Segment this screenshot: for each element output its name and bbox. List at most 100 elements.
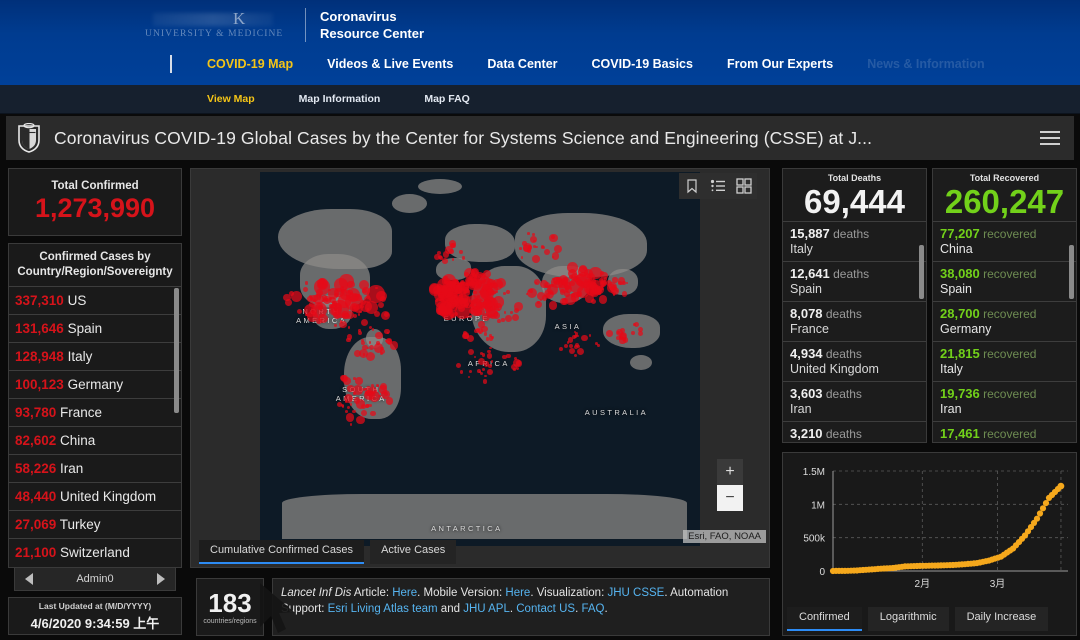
map-case-marker[interactable] — [334, 323, 337, 327]
confirmed-list-item[interactable]: 337,310 US — [9, 286, 181, 314]
map-case-marker[interactable] — [443, 281, 447, 284]
confirmed-list-item[interactable]: 58,226 Iran — [9, 454, 181, 482]
map-case-marker[interactable] — [516, 367, 520, 371]
map-case-marker[interactable] — [548, 233, 558, 243]
recovered-list-scrollbar[interactable] — [1069, 245, 1074, 299]
map-case-marker[interactable] — [533, 278, 540, 285]
map-case-marker[interactable] — [541, 295, 548, 301]
footer-link-jhu-apl[interactable]: JHU APL — [463, 603, 510, 615]
map-case-marker[interactable] — [487, 369, 493, 376]
confirmed-list-item[interactable]: 128,948 Italy — [9, 342, 181, 370]
map-tab-active-cases[interactable]: Active Cases — [370, 540, 457, 564]
map-case-marker[interactable] — [450, 243, 455, 248]
map-case-marker[interactable] — [566, 341, 570, 344]
map-case-marker[interactable] — [469, 315, 472, 318]
deaths-list-item[interactable]: 4,934 deaths United Kingdom — [783, 341, 926, 381]
map-case-marker[interactable] — [358, 331, 363, 335]
total-deaths-panel[interactable]: Total Deaths 69,444 15,887 deaths Italy 12… — [782, 168, 927, 443]
footer-link-contact-us[interactable]: Contact US — [516, 603, 575, 615]
map-case-marker[interactable] — [571, 292, 575, 297]
map-case-marker[interactable] — [375, 331, 383, 340]
map-case-marker[interactable] — [365, 351, 375, 362]
map-case-marker[interactable] — [386, 337, 392, 344]
map-case-marker[interactable] — [513, 368, 516, 371]
recovered-list-item[interactable]: 38,080 recovered Spain — [933, 261, 1076, 301]
nav-item-news-information[interactable]: News & Information — [850, 57, 1001, 71]
zoom-in-button[interactable]: + — [717, 459, 743, 485]
confirmed-list-item[interactable]: 93,780 France — [9, 398, 181, 426]
map-case-marker[interactable] — [477, 273, 482, 278]
map-case-marker[interactable] — [290, 290, 303, 303]
map-case-marker[interactable] — [483, 332, 488, 336]
map-case-marker[interactable] — [349, 403, 353, 406]
map-case-marker[interactable] — [606, 330, 613, 337]
map-case-marker[interactable] — [341, 310, 349, 319]
total-recovered-panel[interactable]: Total Recovered 260,247 77,207 recovered… — [932, 168, 1077, 443]
confirmed-list-item[interactable]: 82,602 China — [9, 426, 181, 454]
nav-item-covid-19-map[interactable]: COVID-19 Map — [190, 57, 310, 71]
map-case-marker[interactable] — [347, 406, 351, 410]
nav-item-covid-19-basics[interactable]: COVID-19 Basics — [575, 57, 710, 71]
deaths-list-scrollbar[interactable] — [919, 245, 924, 299]
map-case-marker[interactable] — [590, 298, 597, 304]
map-case-marker[interactable] — [594, 341, 598, 345]
map-case-marker[interactable] — [368, 341, 372, 344]
map-case-marker[interactable] — [563, 343, 568, 348]
map-case-marker[interactable] — [469, 370, 473, 373]
confirmed-list-pager[interactable]: Admin0 — [14, 567, 176, 591]
map-case-marker[interactable] — [344, 400, 348, 403]
map-case-marker[interactable] — [377, 301, 385, 309]
chart-tab-logarithmic[interactable]: Logarithmic — [867, 607, 949, 631]
map-case-marker[interactable] — [540, 280, 548, 289]
map-case-marker[interactable] — [449, 249, 454, 254]
map-case-marker[interactable] — [548, 291, 551, 295]
map-case-marker[interactable] — [575, 334, 579, 338]
map-case-marker[interactable] — [441, 258, 448, 264]
map-case-marker[interactable] — [506, 290, 510, 294]
chevron-left-icon[interactable] — [25, 573, 33, 585]
map-case-marker[interactable] — [367, 390, 373, 397]
map-case-marker[interactable] — [526, 248, 532, 253]
map-case-marker[interactable] — [531, 255, 540, 263]
map-case-marker[interactable] — [482, 379, 488, 384]
map-case-marker[interactable] — [318, 279, 328, 289]
map-tab-cumulative-confirmed-cases[interactable]: Cumulative Confirmed Cases — [199, 540, 365, 564]
map-case-marker[interactable] — [347, 325, 351, 329]
map-case-marker[interactable] — [347, 385, 354, 392]
hamburger-icon[interactable] — [1040, 130, 1060, 146]
sub-nav-item-map-faq[interactable]: Map FAQ — [402, 93, 492, 105]
sub-nav-item-view-map[interactable]: View Map — [185, 93, 277, 105]
map-case-marker[interactable] — [379, 295, 386, 302]
footer-link-esri-living-atlas[interactable]: Esri Living Atlas team — [328, 603, 438, 615]
map-case-marker[interactable] — [467, 349, 474, 355]
map-case-marker[interactable] — [621, 291, 628, 297]
map-case-marker[interactable] — [519, 247, 522, 250]
map-case-marker[interactable] — [458, 295, 470, 307]
recovered-list-item[interactable]: 17,461 recoveredUS — [933, 421, 1076, 442]
basemap-gallery-icon[interactable] — [736, 178, 752, 194]
confirmed-list-item[interactable]: 21,100 Switzerland — [9, 538, 181, 566]
map-case-marker[interactable] — [633, 322, 639, 328]
map-case-marker[interactable] — [568, 348, 576, 355]
recovered-list-item[interactable]: 19,736 recovered Iran — [933, 381, 1076, 421]
nav-item-videos-live-events[interactable]: Videos & Live Events — [310, 57, 470, 71]
map-case-marker[interactable] — [576, 347, 585, 356]
map-case-marker[interactable] — [573, 354, 578, 358]
nav-item-from-our-experts[interactable]: From Our Experts — [710, 57, 850, 71]
deaths-list-item[interactable]: 15,887 deaths Italy — [783, 221, 926, 261]
map-case-marker[interactable] — [376, 340, 380, 345]
map-case-marker[interactable] — [638, 330, 644, 336]
jhu-brand[interactable]: K UNIVERSITY & MEDICINE Coronavirus Reso… — [145, 5, 424, 45]
map-case-marker[interactable] — [460, 280, 464, 284]
map-case-marker[interactable] — [353, 350, 361, 358]
deaths-list-item[interactable]: 3,603 deaths Iran — [783, 381, 926, 421]
deaths-list-item[interactable]: 12,641 deaths Spain — [783, 261, 926, 301]
map-case-marker[interactable] — [345, 413, 355, 422]
map-case-marker[interactable] — [486, 353, 493, 359]
map-case-marker[interactable] — [459, 370, 463, 374]
map-case-marker[interactable] — [599, 295, 608, 304]
map-case-marker[interactable] — [354, 376, 363, 385]
footer-link-mobile-here[interactable]: Here — [505, 587, 530, 599]
map-case-marker[interactable] — [339, 320, 347, 329]
sub-nav-item-map-information[interactable]: Map Information — [277, 93, 403, 105]
